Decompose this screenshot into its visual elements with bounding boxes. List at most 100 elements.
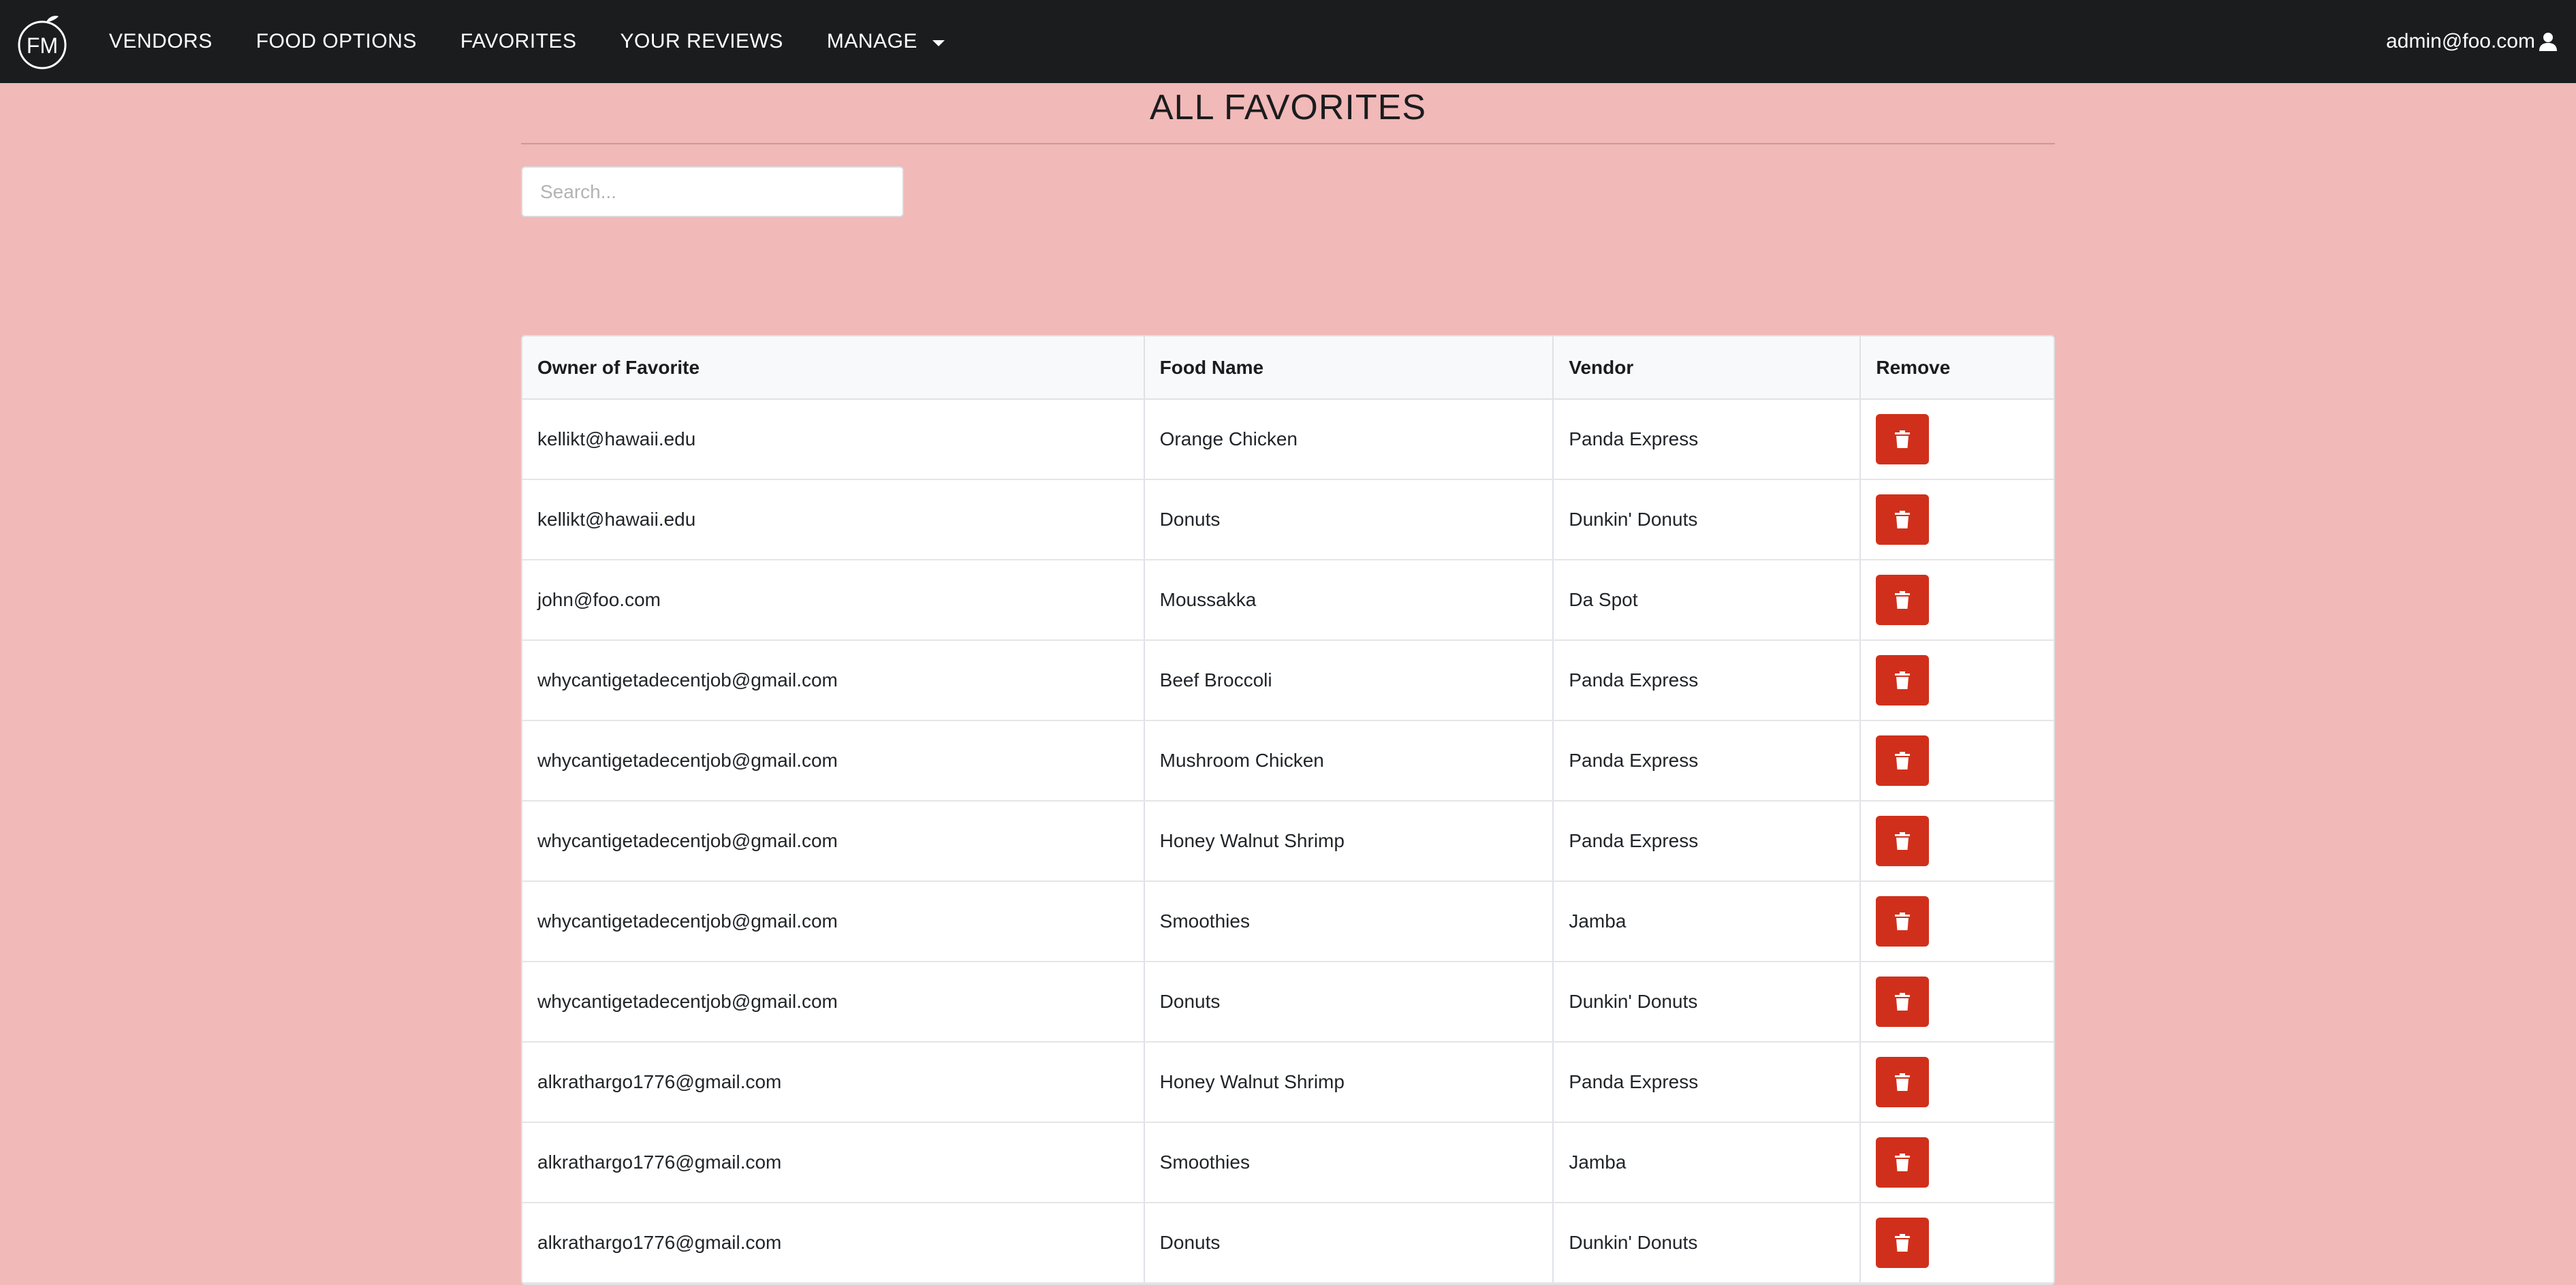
table-row: kellikt@hawaii.edu Orange Chicken Panda … [522, 399, 2054, 480]
owner-cell: kellikt@hawaii.edu [522, 399, 1145, 480]
nav-vendors[interactable]: VENDORS [109, 30, 213, 53]
fm-logo-icon[interactable]: FM [16, 14, 68, 71]
food-name-cell: Orange Chicken [1144, 399, 1554, 480]
table-row: whycantigetadecentjob@gmail.com Beef Bro… [522, 640, 2054, 721]
remove-cell [1860, 881, 2054, 962]
caret-down-icon [932, 39, 945, 46]
trash-icon [1895, 1073, 1911, 1091]
user-menu[interactable]: admin@foo.com [2386, 0, 2558, 83]
food-name-cell: Donuts [1144, 962, 1554, 1043]
owner-cell: whycantigetadecentjob@gmail.com [522, 881, 1145, 962]
main-content: ALL FAVORITES Owner of Favorite Food Nam… [521, 83, 2055, 1285]
remove-cell [1860, 801, 2054, 882]
remove-favorite-button[interactable] [1876, 735, 1930, 786]
remove-favorite-button[interactable] [1876, 1218, 1930, 1268]
header-vendor: Vendor [1553, 336, 1862, 400]
logo-text: FM [27, 33, 58, 58]
table-row: alkrathargo1776@gmail.com Honey Walnut S… [522, 1042, 2054, 1123]
vendor-cell: Panda Express [1553, 720, 1862, 802]
header-remove: Remove [1860, 336, 2054, 400]
trash-icon [1895, 752, 1911, 770]
owner-cell: whycantigetadecentjob@gmail.com [522, 640, 1145, 721]
remove-cell [1860, 1122, 2054, 1203]
food-name-cell: Honey Walnut Shrimp [1144, 801, 1554, 882]
remove-favorite-button[interactable] [1876, 575, 1930, 625]
vendor-cell: Panda Express [1553, 399, 1862, 480]
header-food-name: Food Name [1144, 336, 1554, 400]
food-name-cell: Donuts [1144, 479, 1554, 560]
search-input[interactable] [521, 166, 904, 217]
remove-cell [1860, 399, 2054, 480]
user-email: admin@foo.com [2386, 30, 2535, 52]
table-row: john@foo.com Moussakka Da Spot [522, 560, 2054, 641]
table-row: whycantigetadecentjob@gmail.com Mushroom… [522, 720, 2054, 802]
user-icon [2539, 33, 2557, 51]
vendor-cell: Dunkin' Donuts [1553, 479, 1862, 560]
food-name-cell: Moussakka [1144, 560, 1554, 641]
food-name-cell: Beef Broccoli [1144, 640, 1554, 721]
owner-cell: alkrathargo1776@gmail.com [522, 1203, 1145, 1284]
remove-cell [1860, 640, 2054, 721]
owner-cell: whycantigetadecentjob@gmail.com [522, 720, 1145, 802]
favorites-table: Owner of Favorite Food Name Vendor Remov… [521, 335, 2055, 1285]
table-header-row: Owner of Favorite Food Name Vendor Remov… [522, 336, 2054, 400]
food-name-cell: Smoothies [1144, 1122, 1554, 1203]
owner-cell: alkrathargo1776@gmail.com [522, 1042, 1145, 1123]
title-divider [521, 143, 2055, 144]
table-row: whycantigetadecentjob@gmail.com Smoothie… [522, 881, 2054, 962]
nav-food-options[interactable]: FOOD OPTIONS [256, 30, 417, 53]
remove-favorite-button[interactable] [1876, 977, 1930, 1027]
remove-cell [1860, 1203, 2054, 1284]
nav-food-options-label: FOOD OPTIONS [255, 30, 417, 52]
owner-cell: john@foo.com [522, 560, 1145, 641]
remove-favorite-button[interactable] [1876, 1057, 1930, 1107]
remove-cell [1860, 1042, 2054, 1123]
nav-your-reviews-label: YOUR REVIEWS [620, 30, 783, 52]
vendor-cell: Da Spot [1553, 560, 1862, 641]
page-title: ALL FAVORITES [1149, 88, 1427, 127]
nav-vendors-label: VENDORS [109, 30, 213, 52]
trash-icon [1895, 993, 1911, 1011]
nav-manage-label: MANAGE [826, 30, 917, 52]
trash-icon [1895, 671, 1911, 689]
nav-favorites-label: FAVORITES [460, 30, 577, 52]
vendor-cell: Jamba [1553, 881, 1862, 962]
remove-favorite-button[interactable] [1876, 494, 1930, 545]
table-row: whycantigetadecentjob@gmail.com Donuts D… [522, 962, 2054, 1043]
owner-cell: whycantigetadecentjob@gmail.com [522, 962, 1145, 1043]
vendor-cell: Panda Express [1553, 801, 1862, 882]
vendor-cell: Dunkin' Donuts [1553, 1203, 1862, 1284]
remove-cell [1860, 720, 2054, 802]
vendor-cell: Jamba [1553, 1122, 1862, 1203]
owner-cell: whycantigetadecentjob@gmail.com [522, 801, 1145, 882]
remove-cell [1860, 962, 2054, 1043]
nav-manage-dropdown[interactable]: MANAGE [827, 30, 945, 53]
vendor-cell: Panda Express [1553, 640, 1862, 721]
owner-cell: alkrathargo1776@gmail.com [522, 1122, 1145, 1203]
trash-icon [1895, 1154, 1911, 1171]
header-owner: Owner of Favorite [522, 336, 1145, 400]
table-row: whycantigetadecentjob@gmail.com Honey Wa… [522, 801, 2054, 882]
food-name-cell: Honey Walnut Shrimp [1144, 1042, 1554, 1123]
nav-favorites[interactable]: FAVORITES [460, 30, 577, 53]
remove-cell [1860, 479, 2054, 560]
nav-your-reviews[interactable]: YOUR REVIEWS [621, 30, 783, 53]
vendor-cell: Panda Express [1553, 1042, 1862, 1123]
trash-icon [1895, 430, 1911, 448]
food-name-cell: Donuts [1144, 1203, 1554, 1284]
trash-icon [1895, 913, 1911, 930]
remove-favorite-button[interactable] [1876, 816, 1930, 866]
table-row: alkrathargo1776@gmail.com Donuts Dunkin'… [522, 1203, 2054, 1284]
remove-cell [1860, 560, 2054, 641]
trash-icon [1895, 511, 1911, 528]
table-row: alkrathargo1776@gmail.com Smoothies Jamb… [522, 1122, 2054, 1203]
trash-icon [1895, 832, 1911, 850]
vendor-cell: Dunkin' Donuts [1553, 962, 1862, 1043]
remove-favorite-button[interactable] [1876, 655, 1930, 705]
remove-favorite-button[interactable] [1876, 1137, 1930, 1188]
remove-favorite-button[interactable] [1876, 896, 1930, 947]
remove-favorite-button[interactable] [1876, 414, 1930, 464]
table-row: kellikt@hawaii.edu Donuts Dunkin' Donuts [522, 479, 2054, 560]
trash-icon [1895, 591, 1911, 609]
food-name-cell: Mushroom Chicken [1144, 720, 1554, 802]
